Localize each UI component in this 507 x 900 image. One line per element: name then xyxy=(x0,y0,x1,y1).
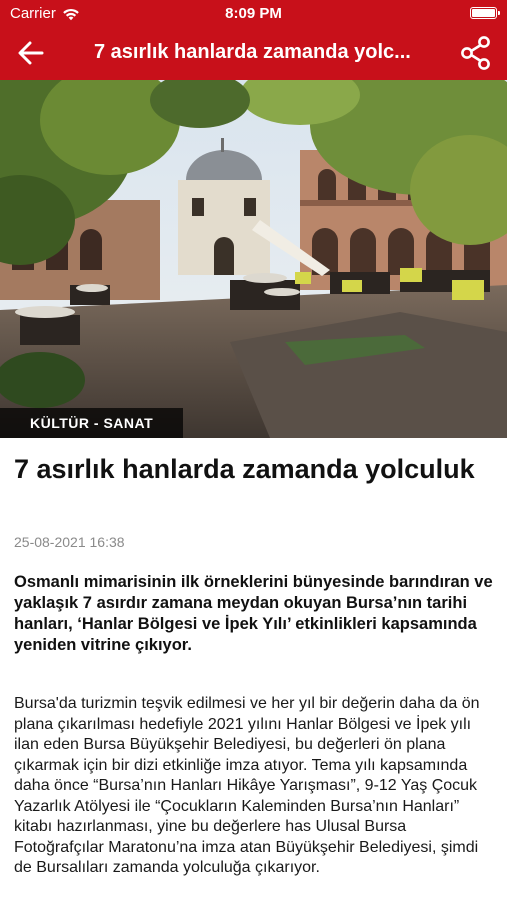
article-headline: 7 asırlık hanlarda zamanda yolculuk xyxy=(14,454,475,484)
nav-title: 7 asırlık hanlarda zamanda yolc... xyxy=(94,41,411,63)
status-bar: Carrier 8:09 PM xyxy=(0,0,507,26)
nav-bar: 7 asırlık hanlarda zamanda yolc... xyxy=(0,26,507,80)
share-button[interactable] xyxy=(457,34,495,72)
hero-photo xyxy=(0,80,507,438)
arrow-left-icon xyxy=(18,41,44,65)
article-date: 25-08-2021 16:38 xyxy=(14,534,125,550)
category-badge[interactable]: KÜLTÜR - SANAT xyxy=(0,408,184,438)
share-icon xyxy=(461,36,490,70)
hero-image[interactable]: KÜLTÜR - SANAT xyxy=(0,80,507,438)
back-button[interactable] xyxy=(12,35,50,71)
status-time: 8:09 PM xyxy=(225,5,282,22)
article-lead: Osmanlı mimarisinin ilk örneklerini büny… xyxy=(14,573,493,654)
battery-icon xyxy=(470,7,500,19)
article-body: Bursa'da turizmin teşvik edilmesi ve her… xyxy=(14,695,480,876)
